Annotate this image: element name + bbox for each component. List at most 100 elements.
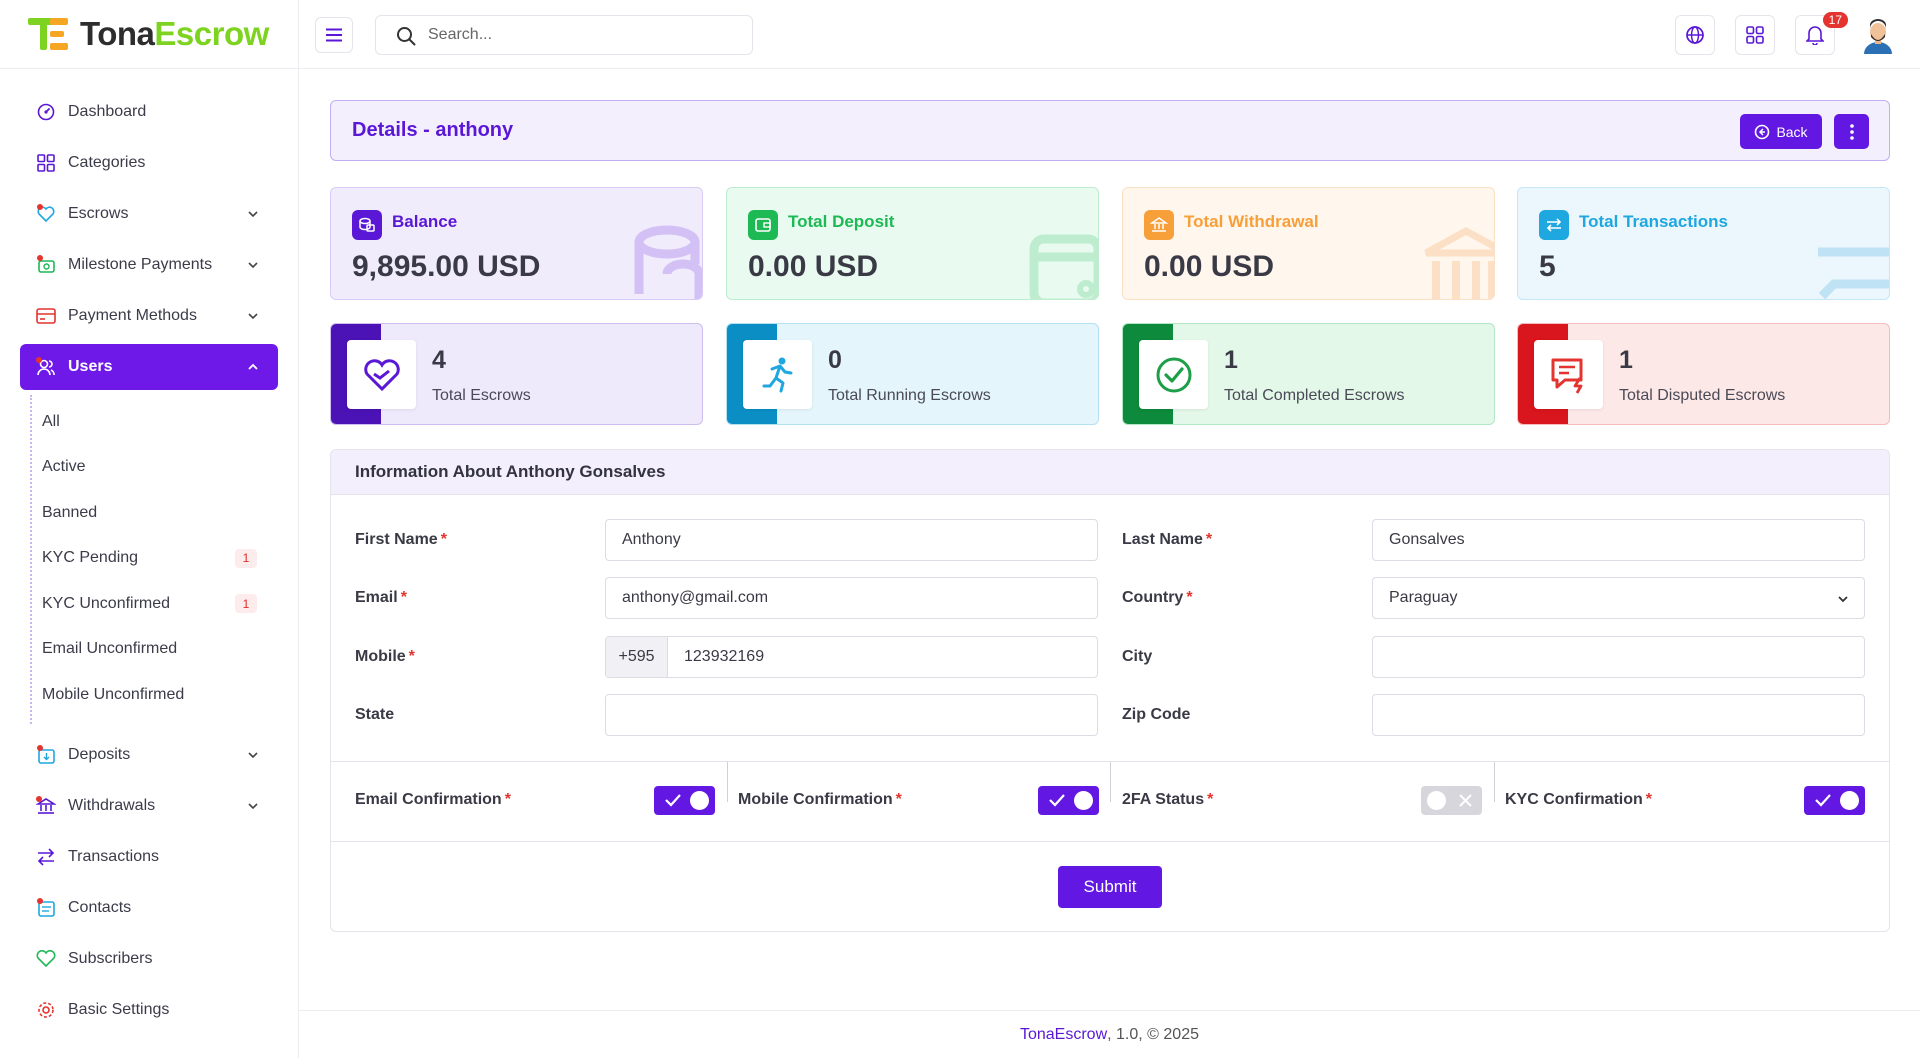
escrow-card-disputed[interactable]: 1 Total Disputed Escrows — [1517, 323, 1890, 425]
submit-button[interactable]: Submit — [1058, 866, 1162, 908]
city-label: City — [1122, 648, 1153, 665]
icon-box — [1139, 340, 1208, 409]
logo-mark-icon — [28, 16, 74, 52]
bank-icon — [36, 795, 56, 816]
sidebar-item-dashboard[interactable]: Dashboard — [20, 89, 278, 135]
deposit-icon — [36, 744, 56, 765]
dispute-message-icon — [1551, 358, 1582, 394]
escrow-card-running[interactable]: 0 Total Running Escrows — [726, 323, 1099, 425]
sidebar-item-label: Milestone Payments — [68, 256, 213, 273]
apps-button[interactable] — [1735, 15, 1775, 55]
required-mark: * — [895, 791, 902, 808]
stat-card-total-transactions[interactable]: Total Transactions 5 — [1517, 187, 1890, 300]
wallet-watermark-icon — [1029, 234, 1098, 299]
avatar[interactable] — [1858, 14, 1898, 54]
twofa-status-toggle[interactable] — [1421, 786, 1482, 815]
sidebar-item-categories[interactable]: Categories — [20, 140, 278, 186]
credit-card-icon — [36, 306, 56, 326]
toggle-knob — [1840, 791, 1859, 810]
sidebar-item-transactions[interactable]: Transactions — [20, 834, 278, 880]
sidebar-item-subscribers[interactable]: Subscribers — [20, 936, 278, 982]
required-mark: * — [1207, 791, 1214, 808]
back-button[interactable]: Back — [1740, 114, 1822, 149]
main-content: Details - anthony Back Balance 9,895.00 … — [299, 69, 1920, 1058]
zip-code-input[interactable] — [1372, 694, 1865, 736]
chevron-down-icon — [1838, 596, 1848, 603]
submenu-item-kyc-pending[interactable]: KYC Pending 1 — [42, 536, 298, 582]
escrow-card-total[interactable]: 4 Total Escrows — [330, 323, 703, 425]
required-mark: * — [1645, 791, 1653, 808]
mobile-confirmation-toggle[interactable] — [1038, 786, 1099, 815]
logo[interactable]: TonaEscrow — [0, 0, 298, 69]
user-avatar-icon — [1864, 19, 1892, 54]
email-field[interactable]: anthony@gmail.com — [605, 577, 1098, 619]
toggle-knob — [1427, 791, 1446, 810]
icon-box — [1534, 340, 1603, 409]
icon-box — [743, 340, 812, 409]
submenu-item-all[interactable]: All — [42, 399, 298, 445]
users-icon — [36, 357, 56, 377]
sidebar-item-milestone-payments[interactable]: Milestone Payments — [20, 242, 278, 288]
email-confirmation-toggle[interactable] — [654, 786, 715, 815]
stat-card-total-deposit[interactable]: Total Deposit 0.00 USD — [726, 187, 1099, 300]
sidebar-item-deposits[interactable]: Deposits — [20, 732, 278, 778]
sidebar-item-label: Payment Methods — [68, 307, 197, 324]
first-name-label: First Name * — [355, 531, 447, 548]
menu-toggle-button[interactable] — [315, 17, 353, 53]
sidebar-item-label: Deposits — [68, 745, 131, 763]
separator — [727, 762, 728, 802]
footer-brand-link[interactable]: TonaEscrow — [1020, 1026, 1107, 1044]
last-name-input[interactable]: Gonsalves — [1372, 519, 1865, 561]
users-submenu: All Active Banned KYC Pending 1 KYC Uncon… — [30, 395, 298, 724]
transfer-arrows-icon — [36, 847, 56, 867]
escrow-label: Total Completed Escrows — [1224, 387, 1405, 404]
sidebar-item-label: Subscribers — [68, 949, 153, 967]
sidebar-item-payment-methods[interactable]: Payment Methods — [20, 293, 278, 339]
escrow-label: Total Running Escrows — [828, 387, 991, 404]
count-badge: 1 — [235, 548, 257, 568]
escrow-count: 1 — [1619, 346, 1633, 374]
gear-icon — [36, 1000, 56, 1020]
more-options-button[interactable] — [1834, 114, 1869, 149]
sidebar: TonaEscrow Dashboard Categories Escrows … — [0, 0, 299, 1058]
required-mark: * — [1205, 531, 1213, 548]
arrows-watermark-icon — [1818, 247, 1889, 299]
submenu-item-email-unconfirmed[interactable]: Email Unconfirmed — [42, 627, 298, 673]
country-select[interactable]: Paraguay — [1372, 577, 1865, 619]
sidebar-item-escrows[interactable]: Escrows — [20, 191, 278, 237]
state-input[interactable] — [605, 694, 1098, 736]
sidebar-item-basic-settings[interactable]: Basic Settings — [20, 987, 278, 1033]
grid-icon — [1746, 26, 1764, 44]
mobile-confirmation-label: Mobile Confirmation * — [738, 791, 902, 808]
search-input[interactable]: Search... — [375, 15, 753, 55]
contacts-icon — [36, 897, 56, 918]
hamburger-icon — [326, 28, 342, 42]
stat-card-total-withdrawal[interactable]: Total Withdrawal 0.00 USD — [1122, 187, 1495, 300]
check-icon — [1815, 794, 1831, 807]
stat-value: 5 — [1539, 250, 1556, 283]
sidebar-item-withdrawals[interactable]: Withdrawals — [20, 783, 278, 829]
first-name-input[interactable]: Anthony — [605, 519, 1098, 561]
transfer-arrows-icon — [1539, 210, 1569, 240]
submenu-item-mobile-unconfirmed[interactable]: Mobile Unconfirmed — [42, 672, 298, 718]
submenu-item-banned[interactable]: Banned — [42, 490, 298, 536]
submenu-item-active[interactable]: Active — [42, 445, 298, 491]
bank-watermark-icon — [1424, 227, 1494, 299]
check-icon — [665, 794, 681, 807]
sidebar-item-users[interactable]: Users — [20, 344, 278, 390]
notifications-button[interactable]: 17 — [1795, 12, 1848, 55]
language-button[interactable] — [1675, 15, 1715, 55]
escrow-card-completed[interactable]: 1 Total Completed Escrows — [1122, 323, 1495, 425]
city-input[interactable] — [1372, 636, 1865, 678]
mobile-input[interactable]: +595 123932169 — [605, 636, 1098, 678]
dial-code-prefix: +595 — [606, 637, 668, 677]
escrow-label: Total Escrows — [432, 387, 531, 404]
count-badge: 1 — [235, 594, 257, 614]
submenu-item-kyc-unconfirmed[interactable]: KYC Unconfirmed 1 — [42, 581, 298, 627]
kyc-confirmation-toggle[interactable] — [1804, 786, 1865, 815]
sidebar-item-contacts[interactable]: Contacts — [20, 885, 278, 931]
logo-text: TonaEscrow — [80, 15, 269, 52]
stat-card-balance[interactable]: Balance 9,895.00 USD — [330, 187, 703, 300]
required-mark: * — [408, 648, 415, 665]
icon-box — [347, 340, 416, 409]
